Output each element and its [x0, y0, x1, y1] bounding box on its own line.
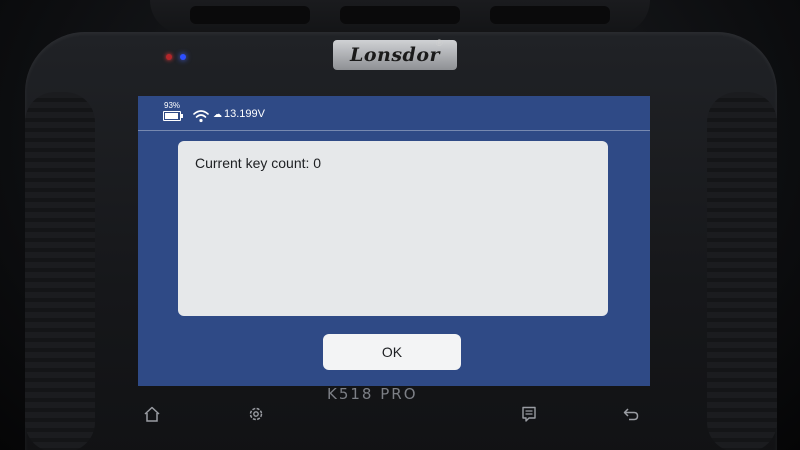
registered-mark: ® — [436, 38, 443, 48]
back-icon — [623, 408, 639, 421]
vent-slot — [490, 6, 610, 24]
model-label: K518 PRO — [327, 385, 418, 403]
vent-slot — [190, 6, 310, 24]
settings-button[interactable] — [245, 403, 267, 425]
wifi-icon — [193, 110, 209, 123]
blue-led-indicator — [180, 54, 186, 60]
photo-scene: Lonsdor ® 93% ☁ 13.199V Current key count… — [0, 0, 800, 450]
voltage-icon: ☁ — [213, 109, 222, 119]
red-led-indicator — [166, 54, 172, 60]
brand-name: Lonsdor — [349, 44, 440, 66]
dialog-message: Current key count: 0 — [195, 155, 322, 171]
right-grip — [707, 92, 777, 450]
back-button[interactable] — [620, 403, 642, 425]
battery-fill — [165, 113, 179, 119]
vent-slot — [340, 6, 460, 24]
status-bar: 93% ☁ 13.199V — [138, 96, 650, 131]
settings-icon — [249, 407, 263, 421]
battery-percent: 93% — [164, 101, 181, 110]
left-grip — [25, 92, 95, 450]
home-button[interactable] — [141, 403, 163, 425]
battery-icon — [163, 111, 183, 121]
voltage-value: 13.199V — [224, 108, 265, 120]
dashboard-vent — [150, 0, 650, 34]
ok-button[interactable]: OK — [323, 334, 461, 370]
home-icon — [144, 406, 160, 422]
device-screen: 93% ☁ 13.199V Current key count: 0 OK — [138, 96, 650, 386]
menu-button[interactable] — [518, 403, 540, 425]
menu-icon — [522, 406, 536, 422]
voltage-readout: ☁ 13.199V — [213, 108, 265, 120]
message-dialog: Current key count: 0 — [178, 141, 608, 316]
